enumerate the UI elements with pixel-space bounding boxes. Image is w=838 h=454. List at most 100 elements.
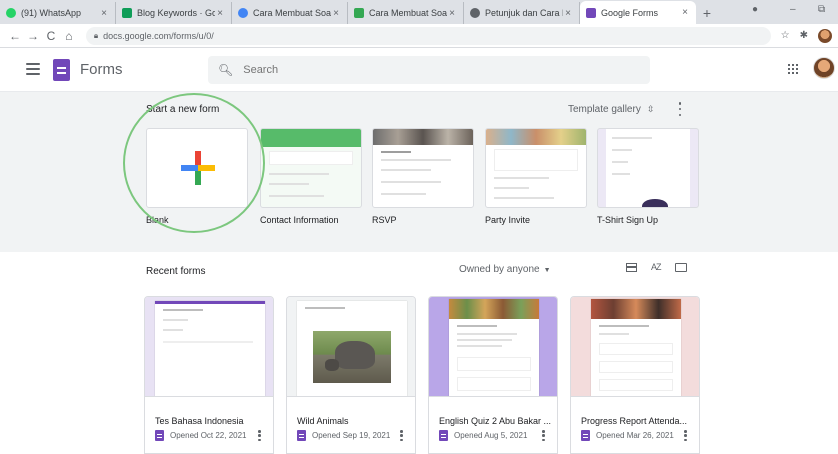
extensions-icon[interactable]: ✱ (800, 30, 808, 41)
tab-title: Google Forms (601, 7, 659, 18)
search-box[interactable]: 🔍︎ (208, 56, 650, 84)
banner-image (591, 299, 681, 319)
elephant-image (313, 331, 391, 383)
template-thumbnail[interactable] (260, 128, 362, 208)
tab-title: Cara Membuat Soal O (369, 8, 447, 18)
home-button[interactable]: ⌂ (60, 29, 78, 43)
app-name[interactable]: Forms (80, 61, 123, 78)
tab-title: Cara Membuat Soal d (253, 8, 331, 18)
browser-tab-cara-membuat-1[interactable]: Cara Membuat Soal d × (232, 2, 348, 24)
unfold-icon: ⇳ (646, 104, 655, 114)
browser-tab-blog-keywords[interactable]: Blog Keywords · Goo × (116, 2, 232, 24)
close-icon[interactable]: × (215, 8, 225, 19)
recent-forms-title: Recent forms (146, 266, 206, 277)
bookmark-star-icon[interactable]: ☆ (781, 30, 790, 41)
google-apps-icon[interactable] (788, 64, 798, 74)
template-thumbnail[interactable] (485, 128, 587, 208)
more-options-icon[interactable] (400, 430, 403, 441)
forms-logo-icon[interactable] (53, 59, 70, 81)
browser-tab-google-forms[interactable]: Google Forms × (580, 1, 696, 24)
address-url: docs.google.com/forms/u/0/ (103, 30, 214, 41)
browser-toolbar: ← → C ⌂ 🔒︎ docs.google.com/forms/u/0/ ☆ … (0, 24, 838, 48)
main-menu-icon[interactable] (26, 63, 40, 75)
close-icon[interactable]: × (680, 7, 690, 18)
close-icon[interactable]: × (563, 8, 573, 19)
template-label: Party Invite (485, 215, 531, 225)
new-tab-button[interactable]: + (696, 2, 718, 24)
template-thumbnail[interactable] (372, 128, 474, 208)
form-title: Progress Report Attenda... (581, 416, 688, 426)
search-icon[interactable]: 🔍︎ (218, 63, 233, 77)
template-thumbnail[interactable] (146, 128, 248, 208)
template-party-invite[interactable]: Party Invite (485, 128, 587, 225)
bookshelf-image (449, 299, 539, 319)
reload-button[interactable]: C (42, 29, 60, 43)
recent-form-card[interactable]: Progress Report Attenda... Opened Mar 26… (570, 296, 700, 454)
dropdown-caret-icon: ▼ (543, 267, 551, 274)
close-icon[interactable]: × (447, 8, 457, 19)
forms-file-icon (155, 430, 164, 441)
template-label: Contact Information (260, 215, 339, 225)
template-gallery-label: Template gallery (568, 104, 641, 115)
template-tshirt-sign-up[interactable]: T-Shirt Sign Up (597, 128, 699, 225)
close-icon[interactable]: × (99, 8, 109, 19)
recent-form-card[interactable]: Tes Bahasa Indonesia Opened Oct 22, 2021 (144, 296, 274, 454)
template-rsvp[interactable]: RSVP (372, 128, 474, 225)
site-icon (238, 8, 248, 18)
form-title: Tes Bahasa Indonesia (155, 416, 244, 426)
profile-dot-icon[interactable]: ● (752, 4, 758, 15)
more-options-icon[interactable] (542, 430, 545, 441)
address-bar[interactable]: 🔒︎ docs.google.com/forms/u/0/ (85, 26, 771, 45)
whatsapp-icon (6, 8, 16, 18)
owner-filter-dropdown[interactable]: Owned by anyone ▼ (459, 264, 551, 275)
tab-title: Blog Keywords · Goo (137, 8, 215, 18)
browser-tab-petunjuk[interactable]: Petunjuk dan Cara Mi × (464, 2, 580, 24)
folder-icon[interactable] (674, 262, 687, 272)
tshirt-graphic (642, 199, 668, 207)
template-label: T-Shirt Sign Up (597, 215, 659, 225)
list-view-icon[interactable] (626, 262, 637, 272)
opened-date: Opened Oct 22, 2021 (170, 431, 247, 440)
account-avatar[interactable] (813, 57, 835, 79)
form-thumbnail[interactable] (287, 297, 415, 397)
template-thumbnail[interactable] (597, 128, 699, 208)
browser-tab-cara-membuat-2[interactable]: Cara Membuat Soal O × (348, 2, 464, 24)
template-contact-information[interactable]: Contact Information (260, 128, 362, 225)
recent-form-card[interactable]: English Quiz 2 Abu Bakar ... Opened Aug … (428, 296, 558, 454)
minimize-button[interactable]: – (790, 4, 796, 15)
back-button[interactable]: ← (6, 29, 24, 43)
recent-form-card[interactable]: Wild Animals Opened Sep 19, 2021 (286, 296, 416, 454)
app-header: Forms 🔍︎ (0, 48, 838, 92)
forms-file-icon (439, 430, 448, 441)
browser-tab-whatsapp[interactable]: (91) WhatsApp × (0, 2, 116, 24)
forms-icon (586, 7, 596, 18)
header-image (373, 129, 473, 145)
template-label: Blank (146, 215, 169, 225)
site-icon (470, 8, 480, 18)
restore-button[interactable]: ⧉ (818, 4, 825, 15)
section-title: Start a new form (146, 104, 220, 115)
more-options-icon[interactable] (258, 430, 261, 441)
form-thumbnail[interactable] (429, 297, 557, 397)
sort-az-icon[interactable]: AZ (651, 262, 661, 272)
sheets-icon (122, 8, 132, 18)
header-band (261, 129, 361, 147)
form-thumbnail[interactable] (571, 297, 699, 397)
view-options: AZ (626, 262, 687, 272)
site-icon (354, 8, 364, 18)
template-section: Start a new form Template gallery ⇳ Blank… (0, 92, 838, 252)
form-title: English Quiz 2 Abu Bakar ... (439, 416, 551, 426)
more-options-icon[interactable] (678, 102, 682, 116)
more-options-icon[interactable] (684, 430, 687, 441)
template-label: RSVP (372, 215, 397, 225)
opened-date: Opened Sep 19, 2021 (312, 431, 391, 440)
template-blank[interactable]: Blank (146, 128, 248, 225)
template-gallery-button[interactable]: Template gallery ⇳ (568, 104, 654, 115)
browser-profile-avatar[interactable] (818, 28, 832, 43)
tab-title: (91) WhatsApp (21, 8, 82, 18)
search-input[interactable] (243, 64, 624, 76)
owner-filter-label: Owned by anyone (459, 264, 540, 275)
forward-button[interactable]: → (24, 29, 42, 43)
form-thumbnail[interactable] (145, 297, 273, 397)
close-icon[interactable]: × (331, 8, 341, 19)
